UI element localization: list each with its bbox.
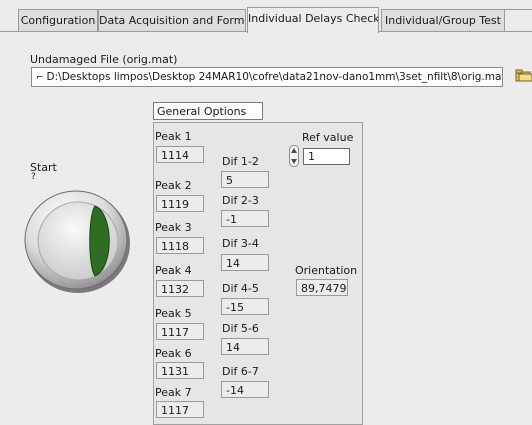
orientation-value: 89,7479 <box>296 279 348 296</box>
peak-7-label: Peak 7 <box>155 386 192 399</box>
peak-2-label: Peak 2 <box>155 179 192 192</box>
dif-5-6-value: 14 <box>221 338 269 355</box>
peak-2-value: 1119 <box>156 195 204 212</box>
path-icon: ⌐ <box>36 73 44 83</box>
tab-configuration[interactable]: Configuration <box>18 9 98 31</box>
dif-3-4-value: 14 <box>221 254 269 271</box>
peak-3-value: 1118 <box>156 237 204 254</box>
dif-2-3-label: Dif 2-3 <box>222 194 259 207</box>
ref-spinner-icon[interactable] <box>289 145 299 167</box>
dif-6-7-label: Dif 6-7 <box>222 365 259 378</box>
dif-4-5-label: Dif 4-5 <box>222 282 259 295</box>
peak-1-label: Peak 1 <box>155 130 192 143</box>
dif-1-2-label: Dif 1-2 <box>222 155 259 168</box>
peak-1-value: 1114 <box>156 146 204 163</box>
dif-3-4-label: Dif 3-4 <box>222 237 259 250</box>
peak-6-label: Peak 6 <box>155 347 192 360</box>
peak-5-value: 1117 <box>156 323 204 340</box>
peak-3-label: Peak 3 <box>155 221 192 234</box>
start-sublabel: ? <box>31 172 36 182</box>
general-options-field[interactable]: General Options <box>153 102 263 120</box>
file-path-input[interactable]: ⌐ D:\Desktops limpos\Desktop 24MAR10\cofr… <box>31 67 503 87</box>
tab-individual-group-test[interactable]: Individual/Group Test <box>381 9 505 31</box>
start-button[interactable] <box>22 186 134 296</box>
file-label: Undamaged File (orig.mat) <box>30 53 178 66</box>
tab-individual-delays-check[interactable]: Individual Delays Check <box>247 7 379 33</box>
ref-value-label: Ref value <box>302 131 354 144</box>
peak-5-label: Peak 5 <box>155 307 192 320</box>
tab-data-acquisition[interactable]: Data Acquisition and Format <box>98 9 246 31</box>
dif-2-3-value: -1 <box>221 210 269 227</box>
file-path-text: D:\Desktops limpos\Desktop 24MAR10\cofre… <box>46 71 503 83</box>
dif-4-5-value: -15 <box>221 298 269 315</box>
dif-1-2-value: 5 <box>221 171 269 188</box>
peak-7-value: 1117 <box>156 401 204 418</box>
peak-4-label: Peak 4 <box>155 264 192 277</box>
ref-value-input[interactable]: 1 <box>303 148 350 165</box>
tab-divider <box>505 9 532 10</box>
dif-5-6-label: Dif 5-6 <box>222 322 259 335</box>
peak-4-value: 1132 <box>156 280 204 297</box>
folder-browse-icon[interactable] <box>515 68 532 82</box>
dif-6-7-value: -14 <box>221 381 269 398</box>
tab-bar: Configuration Data Acquisition and Forma… <box>0 0 532 33</box>
peak-6-value: 1131 <box>156 362 204 379</box>
orientation-label: Orientation <box>295 264 358 277</box>
